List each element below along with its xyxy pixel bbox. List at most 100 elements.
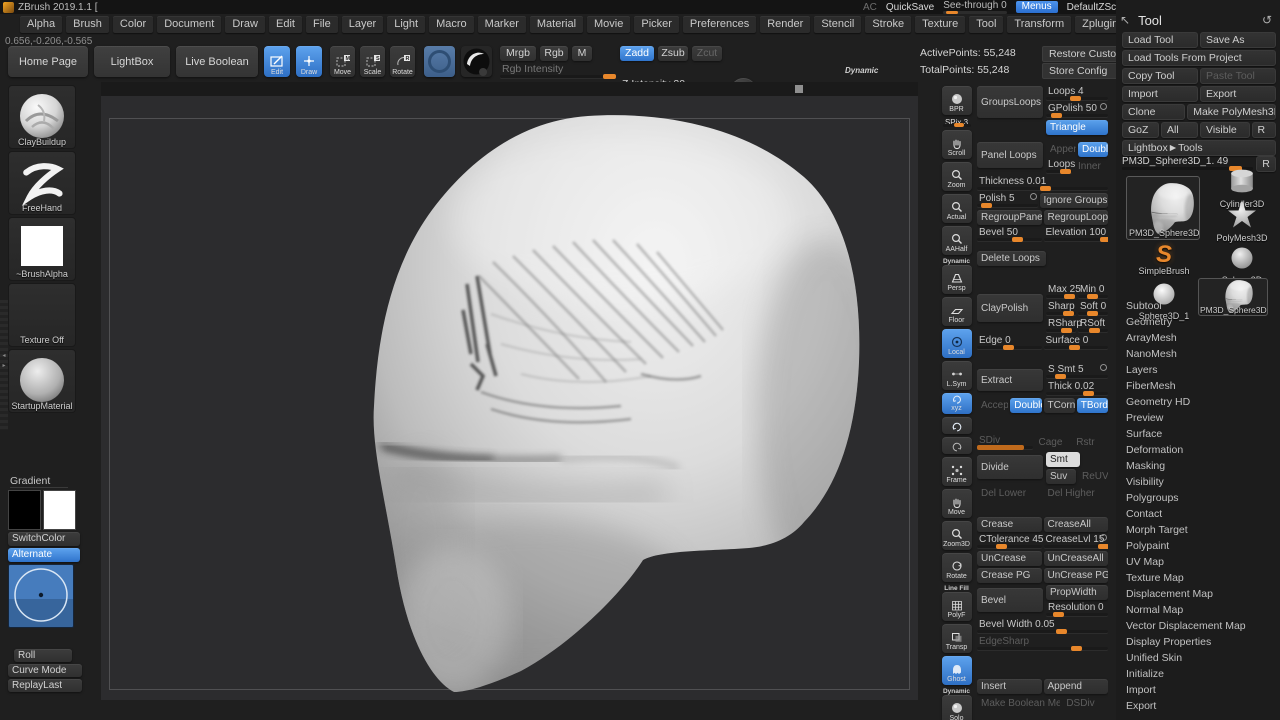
triangle-button[interactable]: Triangle — [1046, 120, 1108, 135]
move-button[interactable]: Move — [942, 489, 972, 518]
surface-0-slider[interactable]: Surface 0 — [1044, 335, 1109, 350]
mini-button[interactable] — [942, 437, 972, 454]
max-25-slider[interactable]: Max 25 — [1046, 284, 1076, 299]
right-shelf-l-sym[interactable]: L.Sym — [942, 361, 972, 390]
make-polymesh3d-button[interactable]: Make PolyMesh3D — [1187, 104, 1276, 120]
right-shelf-bpr[interactable]: BPR — [942, 86, 972, 115]
propwidth-button[interactable]: PropWidth — [1046, 585, 1108, 600]
thick-0-02-handle[interactable] — [1083, 391, 1094, 396]
stroke-preview-button[interactable] — [424, 46, 455, 77]
aahalf-button[interactable]: AAHalf — [942, 226, 972, 255]
alternate-button[interactable]: Alternate — [8, 548, 80, 562]
palette-back-arrow-icon[interactable]: ↖ — [1120, 13, 1130, 27]
import-button[interactable]: Import — [1122, 86, 1198, 102]
crease-button[interactable]: Crease — [977, 517, 1042, 532]
zadd-button[interactable]: Zadd — [620, 46, 654, 61]
document-canvas[interactable] — [101, 96, 918, 700]
subpalette-texture-map[interactable]: Texture Map — [1126, 570, 1276, 586]
mrgb-button[interactable]: Mrgb — [500, 46, 536, 61]
bevel-50-slider[interactable]: Bevel 50 — [977, 227, 1042, 242]
s-smt-5-slider[interactable]: S Smt 5 — [1046, 364, 1108, 379]
m-button[interactable]: M — [572, 46, 592, 61]
menu-texture[interactable]: Texture — [915, 16, 965, 33]
tool-thumb-simplebrush[interactable]: S SimpleBrush — [1134, 244, 1194, 276]
tool-thumb-polymesh[interactable]: PolyMesh3D — [1212, 200, 1272, 243]
edge-0-slider[interactable]: Edge 0 — [977, 335, 1042, 350]
extract-button[interactable]: Extract — [977, 369, 1043, 391]
creaseall-button[interactable]: CreaseAll — [1044, 517, 1109, 532]
rgb-button[interactable]: Rgb — [540, 46, 568, 61]
rsharp-slider[interactable]: RSharp — [1046, 318, 1076, 333]
right-shelf-local[interactable]: Local — [942, 329, 972, 358]
menu-material[interactable]: Material — [530, 16, 583, 33]
right-shelf-solo[interactable]: DynamicSolo — [942, 688, 972, 720]
roll-button[interactable]: Roll — [14, 649, 72, 662]
rsoft-5-handle[interactable] — [1089, 328, 1100, 333]
elevation-100-handle[interactable] — [1100, 237, 1108, 242]
loops-handle[interactable] — [1060, 169, 1071, 174]
current-material-thumbnail[interactable]: StartupMaterial — [8, 349, 76, 413]
smt-button[interactable]: Smt — [1046, 452, 1080, 467]
main-color-swatch[interactable] — [8, 490, 41, 530]
insert-button[interactable]: Insert — [977, 679, 1042, 694]
zcut-button[interactable]: Zcut — [692, 46, 722, 61]
sharp-handle[interactable] — [1063, 311, 1074, 316]
tray-collapse-right-icon[interactable]: ▸ — [0, 362, 8, 369]
panel-loops-button[interactable]: Panel Loops — [977, 142, 1043, 168]
polish-5-handle[interactable] — [981, 203, 992, 208]
subpalette-export[interactable]: Export — [1126, 698, 1276, 714]
subpalette-display-properties[interactable]: Display Properties — [1126, 634, 1276, 650]
copy-tool-button[interactable]: Copy Tool — [1122, 68, 1198, 84]
suv-button[interactable]: Suv — [1046, 469, 1076, 484]
ghost-button[interactable]: Ghost — [942, 656, 972, 685]
see-through-handle[interactable] — [946, 11, 958, 14]
local-button[interactable]: Local — [942, 329, 972, 358]
draw-button[interactable]: Draw — [296, 46, 322, 77]
edgesharp-slider[interactable]: EdgeSharp — [977, 636, 1108, 651]
menu-layer[interactable]: Layer — [342, 16, 384, 33]
regrouppanels-button[interactable]: RegroupPanels — [977, 210, 1042, 225]
secondary-color-swatch[interactable] — [43, 490, 76, 530]
subpalette-geometry[interactable]: Geometry — [1126, 314, 1276, 330]
menu-stroke[interactable]: Stroke — [865, 16, 911, 33]
see-through-slider[interactable]: See-through 0 — [943, 1, 1006, 14]
r-button[interactable]: R — [1252, 122, 1277, 138]
thickness-0-01-slider[interactable]: Thickness 0.01 — [977, 176, 1108, 191]
edgesharp-handle[interactable] — [1071, 646, 1082, 651]
current-brush-thumbnail[interactable]: ClayBuildup — [8, 85, 76, 149]
transp-button[interactable]: Transp — [942, 624, 972, 653]
menu-transform[interactable]: Transform — [1007, 16, 1071, 33]
right-shelf-ghost[interactable]: Ghost — [942, 656, 972, 685]
all-button[interactable]: All — [1161, 122, 1198, 138]
mini-button[interactable] — [942, 417, 972, 434]
menu-alpha[interactable]: Alpha — [20, 16, 62, 33]
current-stroke-thumbnail[interactable]: FreeHand — [8, 151, 76, 215]
subpalette-arraymesh[interactable]: ArrayMesh — [1126, 330, 1276, 346]
append-button[interactable]: Append — [1044, 679, 1109, 694]
home-page-button[interactable]: Home Page — [8, 46, 88, 77]
lightbox-tools-button[interactable]: Lightbox►Tools — [1122, 140, 1276, 156]
rgb-intensity-handle[interactable] — [603, 74, 616, 79]
replay-last-button[interactable]: ReplayLast — [8, 679, 82, 692]
actual-button[interactable]: Actual — [942, 194, 972, 223]
resolution-0-slider[interactable]: Resolution 0 — [1046, 602, 1108, 617]
right-shelf-rotate[interactable]: Rotate — [942, 553, 972, 582]
resolution-0-handle[interactable] — [1053, 612, 1064, 617]
right-shelf-polyf[interactable]: Line FillPolyF — [942, 585, 972, 621]
xyz-button[interactable]: xyz — [942, 393, 972, 414]
goz-button[interactable]: GoZ — [1122, 122, 1159, 138]
right-shelf-mini-rotate[interactable] — [942, 437, 972, 454]
right-shelf-xyz[interactable]: xyz — [942, 393, 972, 414]
subpalette-geometry-hd[interactable]: Geometry HD — [1126, 394, 1276, 410]
delete-loops-button[interactable]: Delete Loops — [977, 251, 1046, 266]
menus-button[interactable]: Menus — [1016, 1, 1058, 13]
soft-0-handle[interactable] — [1087, 311, 1098, 316]
menu-preferences[interactable]: Preferences — [683, 16, 756, 33]
right-shelf-slider-spix-3[interactable]: SPix 3 — [942, 118, 972, 127]
paste-tool-button[interactable]: Paste Tool — [1200, 68, 1276, 84]
zsub-button[interactable]: Zsub — [658, 46, 688, 61]
ignore-groups-button[interactable]: Ignore Groups — [1040, 193, 1109, 208]
edit-button[interactable]: Edit — [264, 46, 290, 77]
rsoft-5-slider[interactable]: RSoft 5 — [1078, 318, 1108, 333]
right-shelf-frame[interactable]: Frame — [942, 457, 972, 486]
